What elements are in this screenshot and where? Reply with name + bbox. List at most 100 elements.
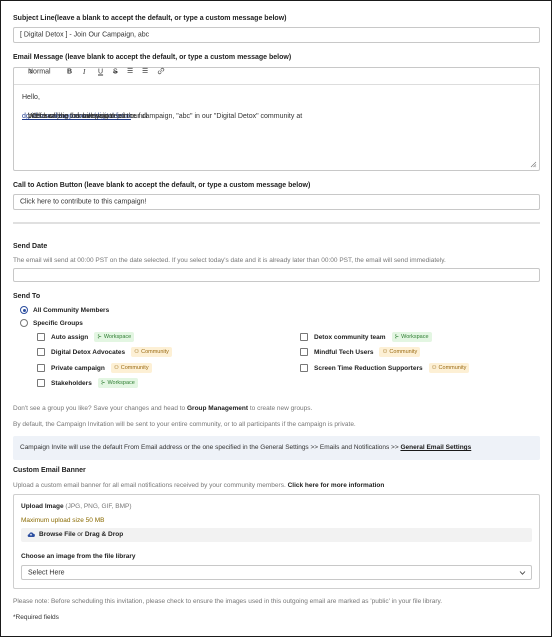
- workspace-badge: ⊱ Workspace: [391, 332, 432, 342]
- radio-all-indicator[interactable]: [20, 306, 28, 314]
- community-badge: ⚇ Community: [110, 363, 152, 373]
- send-to-label: Send To: [13, 293, 41, 300]
- upload-image-heading: Upload Image (JPG, PNG, GIF, BMP): [21, 503, 132, 510]
- info-banner-text: Campaign Invite will use the default Fro…: [20, 444, 401, 451]
- subject-label: Subject Line(leave a blank to accept the…: [13, 15, 287, 22]
- chevron-down-icon: [519, 571, 526, 575]
- section-divider: [13, 222, 540, 224]
- workspace-badge: ⊱ Workspace: [94, 332, 135, 342]
- subject-input[interactable]: [ Digital Detox ] - Join Our Campaign, a…: [13, 27, 540, 43]
- send-date-label: Send Date: [13, 243, 48, 250]
- message-body-line2: brief and join the campaign!: [28, 113, 114, 120]
- browse-file-link[interactable]: Browse File: [39, 531, 75, 538]
- link-icon[interactable]: [157, 67, 165, 77]
- banner-label: Custom Email Banner: [13, 467, 86, 474]
- group-checkbox[interactable]: [37, 364, 45, 372]
- message-greeting: Hello,: [22, 94, 40, 101]
- bullet-list-icon[interactable]: ☰: [142, 67, 148, 75]
- library-select-value: Select Here: [28, 569, 65, 576]
- radio-all-label: All Community Members: [33, 306, 110, 314]
- group-name: Screen Time Reduction Supporters: [314, 364, 423, 372]
- upload-or: or: [75, 531, 85, 538]
- info-banner-content: Campaign Invite will use the default Fro…: [20, 444, 471, 451]
- group-checkbox[interactable]: [300, 348, 308, 356]
- group-checkbox[interactable]: [37, 348, 45, 356]
- group-name: Private campaign: [51, 364, 105, 372]
- badge-text: Community: [141, 349, 169, 355]
- banner-help-text: Upload a custom email banner for all ema…: [13, 482, 288, 489]
- cta-label: Call to Action Button (leave blank to ac…: [13, 182, 311, 189]
- badge-text: Community: [389, 349, 418, 355]
- group-checkbox[interactable]: [300, 364, 308, 372]
- workspace-icon: ⊱: [100, 380, 106, 386]
- community-badge: ⚇ Community: [379, 347, 421, 357]
- banner-upload-card: Upload Image (JPG, PNG, GIF, BMP) Maximu…: [13, 494, 540, 589]
- strikethrough-icon[interactable]: S: [113, 69, 118, 76]
- badge-text: Workspace: [103, 334, 132, 340]
- upload-dropzone-content: Browse File or Drag & Drop: [27, 531, 123, 538]
- group-note-text: Don't see a group you like? Save your ch…: [13, 405, 187, 412]
- group-management-link[interactable]: Group Management: [187, 405, 248, 412]
- send-date-input[interactable]: [13, 268, 540, 282]
- italic-icon[interactable]: I: [83, 68, 85, 76]
- badge-text: Workspace: [107, 380, 135, 386]
- info-banner: Campaign Invite will use the default Fro…: [13, 436, 540, 460]
- group-checkbox[interactable]: [300, 333, 308, 341]
- badge-text: Workspace: [401, 334, 429, 340]
- cta-input[interactable]: Click here to contribute to this campaig…: [13, 194, 540, 210]
- community-badge: ⚇ Community: [428, 363, 470, 373]
- message-editor[interactable]: Normal ⇕ B I U S ☰ ☰ Hello, We're writin…: [13, 67, 540, 171]
- community-badge: ⚇ Community: [131, 347, 172, 357]
- radio-specific-groups[interactable]: Specific Groups: [20, 319, 83, 327]
- required-note: *Required fields: [13, 614, 59, 621]
- badge-text: Community: [120, 365, 149, 371]
- group-checkbox[interactable]: [37, 333, 45, 341]
- upload-image-label: Upload Image: [21, 503, 64, 510]
- editor-toolbar: Normal ⇕ B I U S ☰ ☰: [14, 67, 539, 85]
- updown-icon: ⇕: [28, 69, 34, 76]
- resize-handle-icon[interactable]: [530, 161, 537, 168]
- group-name: Detox community team: [314, 333, 386, 341]
- community-icon: ⚇: [382, 349, 388, 355]
- badge-text: Community: [438, 365, 467, 371]
- radio-specific-label: Specific Groups: [33, 319, 83, 327]
- group-screen-time-reduction-supporters[interactable]: Screen Time Reduction Supporters ⚇ Commun…: [300, 363, 470, 373]
- library-select[interactable]: Select Here: [21, 565, 532, 580]
- group-name: Auto assign: [51, 333, 89, 341]
- group-detox-community-team[interactable]: Detox community team ⊱ Workspace: [300, 332, 432, 342]
- group-note: Don't see a group you like? Save your ch…: [13, 405, 312, 412]
- message-label: Email Message (leave blank to accept the…: [13, 54, 292, 61]
- group-stakeholders[interactable]: Stakeholders ⊱ Workspace: [37, 378, 138, 388]
- banner-help: Upload a custom email banner for all ema…: [13, 482, 384, 489]
- cloud-upload-icon: [27, 532, 35, 538]
- radio-all-members[interactable]: All Community Members: [20, 306, 109, 314]
- group-mindful-tech-users[interactable]: Mindful Tech Users ⚇ Community: [300, 347, 421, 357]
- group-private-campaign[interactable]: Private campaign ⚇ Community: [37, 363, 152, 373]
- underline-icon[interactable]: U: [98, 69, 103, 76]
- group-name: Stakeholders: [51, 379, 92, 387]
- group-name: Digital Detox Advocates: [51, 348, 126, 356]
- max-upload-size: Maximum upload size 50 MB: [21, 517, 105, 524]
- workspace-icon: ⊱: [97, 334, 102, 340]
- ordered-list-icon[interactable]: ☰: [127, 67, 133, 75]
- community-icon: ⚇: [113, 365, 119, 371]
- workspace-badge: ⊱ Workspace: [97, 378, 138, 388]
- radio-specific-indicator[interactable]: [20, 319, 28, 327]
- group-note-text-2: to create new groups.: [248, 405, 313, 412]
- upload-dropzone[interactable]: Browse File or Drag & Drop: [21, 528, 532, 542]
- group-auto-assign[interactable]: Auto assign ⊱ Workspace: [37, 332, 135, 342]
- more-info-link[interactable]: Click here for more information: [288, 482, 385, 489]
- cta-value: Click here to contribute to this campaig…: [20, 198, 147, 206]
- default-note: By default, the Campaign Invitation will…: [13, 421, 356, 428]
- group-checkbox[interactable]: [37, 379, 45, 387]
- subject-value: [ Digital Detox ] - Join Our Campaign, a…: [20, 31, 150, 39]
- group-digital-detox-advocates[interactable]: Digital Detox Advocates ⚇ Community: [37, 347, 172, 357]
- community-icon: ⚇: [431, 365, 437, 371]
- upload-formats: (JPG, PNG, GIF, BMP): [63, 503, 132, 510]
- footer-note: Please note: Before scheduling this invi…: [13, 598, 443, 605]
- general-email-settings-link[interactable]: General Email Settings: [400, 444, 471, 451]
- send-date-help: The email will send at 00:00 PST on the …: [13, 257, 446, 264]
- drag-drop-label: Drag & Drop: [84, 531, 124, 538]
- workspace-icon: ⊱: [394, 334, 400, 340]
- bold-icon[interactable]: B: [67, 69, 72, 76]
